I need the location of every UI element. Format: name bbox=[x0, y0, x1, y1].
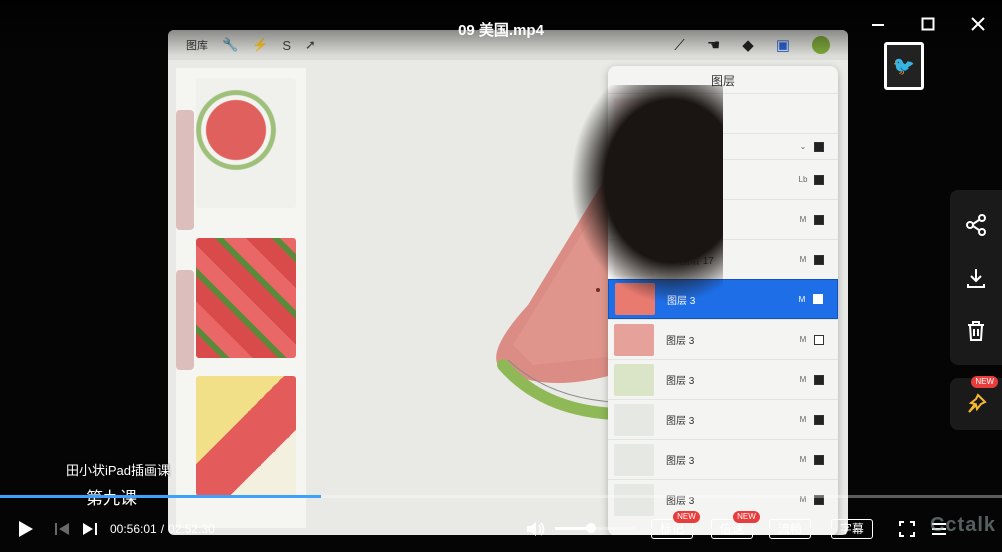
layer-visibility-checkbox bbox=[814, 174, 824, 185]
speed-button[interactable]: 倍速 NEW bbox=[710, 510, 760, 539]
layer-thumbnail bbox=[614, 363, 654, 396]
blend-mode: M bbox=[798, 294, 806, 304]
volume-slider[interactable] bbox=[554, 523, 635, 533]
ipad-screen: 图库 🔧 ⚡ S ➚ ⟋ ☚ ◆ ▣ bbox=[168, 30, 848, 535]
new-badge: NEW bbox=[971, 376, 998, 388]
progress-bar[interactable] bbox=[0, 495, 1002, 498]
blend-mode: M bbox=[799, 415, 807, 424]
watermelon-reference-image bbox=[196, 78, 296, 208]
layer-visibility-checkbox bbox=[814, 141, 824, 152]
cctalk-logo: Cctalk bbox=[929, 514, 996, 536]
layer-visibility-checkbox bbox=[814, 454, 824, 465]
share-icon[interactable] bbox=[962, 211, 990, 239]
layer-visibility-checkbox bbox=[814, 254, 824, 265]
video-title: 09 美国.mp4 bbox=[458, 22, 544, 39]
quality-button[interactable]: 流畅 bbox=[768, 518, 811, 539]
blend-mode: M bbox=[799, 375, 807, 384]
layer-visibility-checkbox bbox=[814, 374, 824, 385]
download-icon[interactable] bbox=[962, 264, 990, 292]
blend-mode: M bbox=[799, 255, 807, 264]
blend-mode: M bbox=[799, 335, 807, 344]
total-time: 02:52:30 bbox=[168, 521, 215, 536]
window-controls bbox=[868, 14, 988, 34]
layer-name: 图层 3 bbox=[666, 416, 695, 427]
current-time: 00:56:01 bbox=[110, 521, 157, 536]
blend-mode: M bbox=[799, 455, 807, 464]
minimize-icon[interactable] bbox=[868, 14, 888, 34]
close-icon[interactable] bbox=[968, 14, 988, 34]
pin-icon[interactable] bbox=[962, 390, 990, 418]
new-badge: NEW bbox=[733, 510, 760, 523]
next-icon[interactable] bbox=[80, 519, 100, 539]
new-badge: NEW bbox=[673, 510, 700, 523]
layer-row: 图层 3 M bbox=[608, 439, 838, 479]
fullscreen-icon[interactable] bbox=[897, 519, 917, 539]
layer-name: 图层 3 bbox=[666, 376, 695, 387]
maximize-icon[interactable] bbox=[918, 14, 938, 34]
volume-knob[interactable] bbox=[585, 523, 596, 533]
watermelon-reference-image bbox=[196, 376, 296, 496]
blend-mode: M bbox=[799, 215, 807, 224]
volume-icon[interactable] bbox=[525, 518, 547, 540]
play-icon[interactable] bbox=[16, 519, 36, 539]
course-title-subtitle: 田小状iPad插画课 bbox=[66, 463, 171, 478]
bookmark-button[interactable]: 标记 NEW bbox=[650, 510, 700, 539]
layer-thumbnail bbox=[614, 323, 654, 356]
watermelon-reference-image bbox=[196, 238, 296, 358]
layer-row: 图层 3 M bbox=[608, 319, 838, 359]
layer-row: 图层 3 M bbox=[608, 359, 838, 399]
layer-name: 图层 3 bbox=[666, 336, 695, 347]
speed-label: 倍速 bbox=[719, 522, 744, 536]
teacher-logo-icon: 🐦 bbox=[884, 42, 924, 90]
layer-visibility-checkbox bbox=[813, 294, 823, 304]
blend-mode: Lb bbox=[798, 175, 808, 184]
control-bar: 00:56:01 / 02:52:30 标记 NEW 倍速 NEW 流畅 字幕 bbox=[0, 505, 1002, 552]
layer-visibility-checkbox bbox=[814, 414, 824, 425]
bookmark-label: 标记 bbox=[659, 522, 684, 536]
time-separator: / bbox=[160, 521, 165, 536]
hand-overlay bbox=[553, 85, 723, 325]
layer-row: 图层 3 M bbox=[608, 399, 838, 439]
chevron-down-icon: ⌄ bbox=[799, 142, 807, 151]
layer-thumbnail bbox=[614, 443, 654, 476]
opacity-slider bbox=[176, 270, 194, 370]
quality-label: 流畅 bbox=[777, 522, 802, 536]
layer-thumbnail bbox=[614, 403, 654, 436]
pin-panel: NEW bbox=[950, 376, 1002, 430]
title-bar: 09 美国.mp4 bbox=[0, 0, 1002, 56]
video-frame[interactable]: 图库 🔧 ⚡ S ➚ ⟋ ☚ ◆ ▣ bbox=[0, 0, 1002, 552]
size-slider bbox=[176, 110, 194, 230]
layer-visibility-checkbox bbox=[814, 214, 824, 225]
subtitle-label: 字幕 bbox=[839, 522, 864, 536]
progress-fill bbox=[0, 495, 321, 498]
layer-name: 图层 3 bbox=[666, 456, 695, 467]
previous-icon[interactable] bbox=[52, 519, 72, 539]
brush-sliders bbox=[174, 110, 196, 410]
subtitle-button[interactable]: 字幕 bbox=[830, 518, 873, 539]
layer-visibility-checkbox bbox=[814, 334, 824, 345]
trash-icon[interactable] bbox=[962, 317, 990, 345]
side-action-panel bbox=[950, 190, 1002, 365]
